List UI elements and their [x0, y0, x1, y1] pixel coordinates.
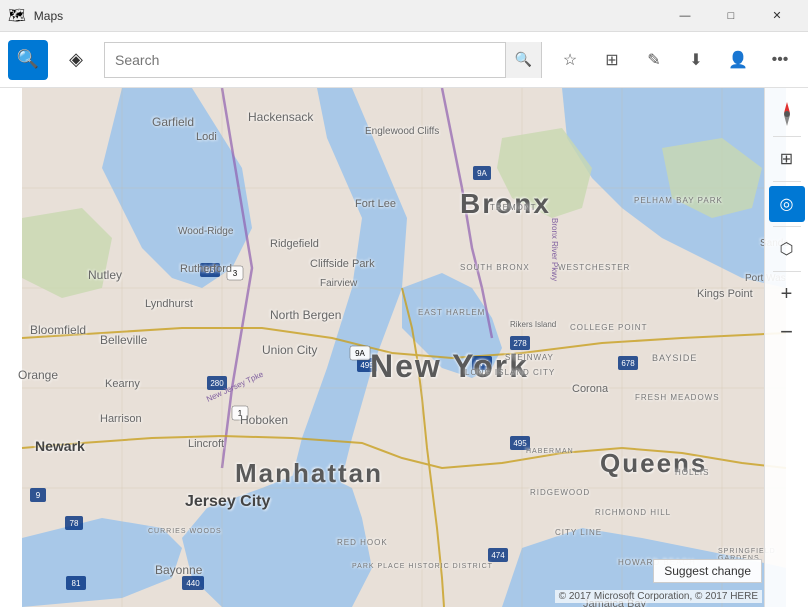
- title-bar: 🗺 Maps — □ ✕: [0, 0, 808, 32]
- search-nav-icon: 🔍: [17, 49, 39, 70]
- zoom-out-button[interactable]: −: [769, 314, 805, 350]
- more-button[interactable]: •••: [760, 40, 800, 80]
- map-copyright: © 2017 Microsoft Corporation, © 2017 HER…: [555, 590, 762, 603]
- ctrl-divider-1: [773, 136, 801, 137]
- search-submit-icon: 🔍: [515, 51, 532, 68]
- draw-button[interactable]: ✎: [634, 40, 674, 80]
- svg-text:495: 495: [360, 361, 374, 370]
- directions-nav-icon: ◈: [69, 49, 83, 70]
- suggest-change-button[interactable]: Suggest change: [653, 559, 762, 583]
- svg-text:9A: 9A: [355, 349, 365, 358]
- toolbar-right: ☆ ⊞ ✎ ⬇ 👤 •••: [550, 40, 800, 80]
- svg-text:495: 495: [513, 439, 527, 448]
- my-location-button[interactable]: ◎: [769, 186, 805, 222]
- svg-text:1: 1: [238, 409, 243, 418]
- svg-text:278: 278: [513, 339, 527, 348]
- svg-text:278: 278: [475, 359, 489, 368]
- close-button[interactable]: ✕: [754, 0, 800, 32]
- search-bar: 🔍: [104, 42, 542, 78]
- svg-text:95: 95: [206, 266, 215, 275]
- map-container[interactable]: 95 495 9A 278 678 278 495 280 78 9 81 44…: [0, 88, 808, 607]
- zoom-in-icon: +: [781, 283, 793, 306]
- ctrl-divider-4: [773, 271, 801, 272]
- compass-icon: [772, 99, 802, 129]
- svg-text:678: 678: [621, 359, 635, 368]
- svg-text:78: 78: [70, 519, 79, 528]
- svg-text:474: 474: [491, 551, 505, 560]
- compass-button[interactable]: [769, 96, 805, 132]
- svg-text:Bronx River Pkwy: Bronx River Pkwy: [550, 218, 559, 281]
- svg-text:81: 81: [72, 579, 81, 588]
- title-bar-left: 🗺 Maps: [8, 7, 63, 24]
- app-icon: 🗺: [8, 7, 26, 24]
- zoom-out-icon: −: [780, 319, 793, 345]
- favorites-icon: ☆: [563, 50, 577, 70]
- map-controls-panel: ⊞ ◎ ⬡ + −: [764, 88, 808, 607]
- collections-button[interactable]: ⊞: [592, 40, 632, 80]
- satellite-3d-button[interactable]: ⊞: [769, 141, 805, 177]
- svg-text:3: 3: [233, 269, 238, 278]
- download-button[interactable]: ⬇: [676, 40, 716, 80]
- app-toolbar: 🔍 ◈ 🔍 ☆ ⊞ ✎ ⬇ 👤 •••: [0, 32, 808, 88]
- zoom-in-button[interactable]: +: [769, 276, 805, 312]
- search-submit-button[interactable]: 🔍: [505, 42, 541, 78]
- search-nav-button[interactable]: 🔍: [8, 40, 48, 80]
- minimize-button[interactable]: —: [662, 0, 708, 32]
- svg-text:9A: 9A: [477, 169, 487, 178]
- draw-icon: ✎: [647, 50, 660, 70]
- app-title: Maps: [34, 9, 63, 23]
- my-location-icon: ◎: [780, 194, 794, 214]
- collections-icon: ⊞: [605, 50, 618, 70]
- account-button[interactable]: 👤: [718, 40, 758, 80]
- more-icon: •••: [772, 51, 789, 69]
- download-icon: ⬇: [689, 50, 702, 70]
- maximize-button[interactable]: □: [708, 0, 754, 32]
- search-input[interactable]: [105, 43, 505, 77]
- svg-text:440: 440: [186, 579, 200, 588]
- favorites-button[interactable]: ☆: [550, 40, 590, 80]
- directions-nav-button[interactable]: ◈: [56, 40, 96, 80]
- window-controls: — □ ✕: [662, 0, 800, 32]
- layers-button[interactable]: ⬡: [769, 231, 805, 267]
- svg-text:9: 9: [36, 491, 41, 500]
- layers-icon: ⬡: [780, 239, 794, 259]
- ctrl-divider-3: [773, 226, 801, 227]
- ctrl-divider-2: [773, 181, 801, 182]
- account-icon: 👤: [728, 50, 748, 70]
- satellite-3d-icon: ⊞: [780, 149, 793, 169]
- map-background: 95 495 9A 278 678 278 495 280 78 9 81 44…: [0, 88, 808, 607]
